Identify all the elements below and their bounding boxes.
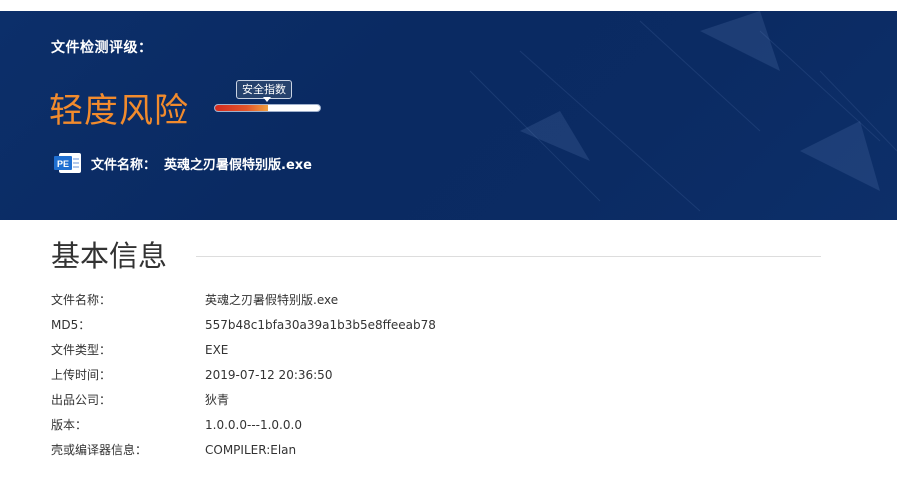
info-row-compiler: 壳或编译器信息： COMPILER:Elan bbox=[51, 438, 436, 463]
banner-file-row: PE 文件名称： 英魂之刃暑假特别版.exe bbox=[53, 152, 312, 174]
file-report-page: 文件检测评级： 轻度风险 安全指数 PE 文件名称： 英魂之刃暑假特别版.exe… bbox=[0, 0, 897, 482]
file-name-label: 文件名称： bbox=[91, 157, 157, 173]
info-row-version: 版本： 1.0.0.0---1.0.0.0 bbox=[51, 413, 436, 438]
safety-index-fill bbox=[215, 105, 268, 111]
info-row-publisher: 出品公司： 狄青 bbox=[51, 388, 436, 413]
info-row-upload-time: 上传时间： 2019-07-12 20:36:50 bbox=[51, 363, 436, 388]
pe-icon-text: PE bbox=[57, 159, 69, 169]
info-row-file-name: 文件名称： 英魂之刃暑假特别版.exe bbox=[51, 288, 436, 313]
safety-index-bar bbox=[214, 104, 321, 112]
risk-level-text: 轻度风险 bbox=[49, 91, 189, 131]
info-key: 壳或编译器信息： bbox=[51, 443, 148, 457]
rating-label: 文件检测评级： bbox=[51, 40, 153, 56]
info-key: 文件类型： bbox=[51, 343, 112, 357]
info-value: 英魂之刃暑假特别版.exe bbox=[205, 293, 339, 307]
risk-banner: 文件检测评级： 轻度风险 安全指数 PE 文件名称： 英魂之刃暑假特别版.exe bbox=[0, 11, 897, 220]
safety-index-indicator: 安全指数 bbox=[214, 80, 324, 120]
info-value: 1.0.0.0---1.0.0.0 bbox=[205, 418, 302, 432]
basic-info-table: 文件名称： 英魂之刃暑假特别版.exe MD5： 557b48c1bfa30a3… bbox=[51, 288, 436, 463]
info-key: 版本： bbox=[51, 418, 88, 432]
info-key: 文件名称： bbox=[51, 293, 112, 307]
section-title-basic-info: 基本信息 bbox=[51, 239, 168, 273]
info-row-md5: MD5： 557b48c1bfa30a39a1b3b5e8ffeeab78 bbox=[51, 313, 436, 338]
info-value: COMPILER:Elan bbox=[205, 443, 297, 457]
tooltip-pointer-icon bbox=[263, 97, 271, 102]
info-value: 557b48c1bfa30a39a1b3b5e8ffeeab78 bbox=[205, 318, 436, 332]
info-value: 2019-07-12 20:36:50 bbox=[205, 368, 333, 382]
pe-file-icon: PE bbox=[54, 153, 81, 173]
section-divider bbox=[196, 256, 821, 257]
info-key: 上传时间： bbox=[51, 368, 112, 382]
info-key: 出品公司： bbox=[51, 393, 112, 407]
info-key: MD5： bbox=[51, 318, 91, 332]
info-row-file-type: 文件类型： EXE bbox=[51, 338, 436, 363]
info-value: 狄青 bbox=[205, 393, 230, 407]
info-value: EXE bbox=[205, 343, 229, 357]
file-name-value: 英魂之刃暑假特别版.exe bbox=[164, 157, 312, 173]
